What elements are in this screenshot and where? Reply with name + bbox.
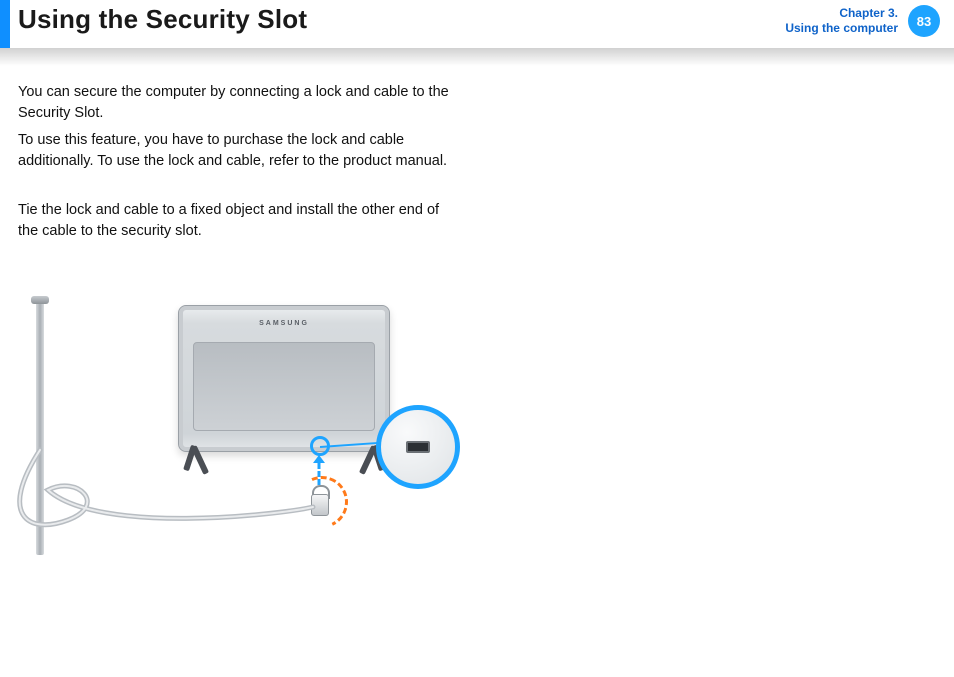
chapter-label: Chapter 3. Using the computer (785, 6, 898, 36)
paragraph-1: You can secure the computer by connectin… (18, 82, 460, 124)
header-accent (0, 0, 10, 48)
header-divider (0, 48, 954, 66)
chapter-line-2: Using the computer (785, 21, 898, 36)
security-slot-illustration: SAMSUNG (18, 300, 458, 560)
manual-page: Using the Security Slot Chapter 3. Using… (0, 0, 954, 677)
chapter-line-1: Chapter 3. (785, 6, 898, 21)
body-text-column: You can secure the computer by connectin… (18, 82, 460, 248)
page-number-badge: 83 (908, 5, 940, 37)
page-title: Using the Security Slot (18, 4, 307, 35)
paragraph-2: To use this feature, you have to purchas… (18, 130, 460, 172)
paragraph-3: Tie the lock and cable to a fixed object… (18, 200, 460, 242)
